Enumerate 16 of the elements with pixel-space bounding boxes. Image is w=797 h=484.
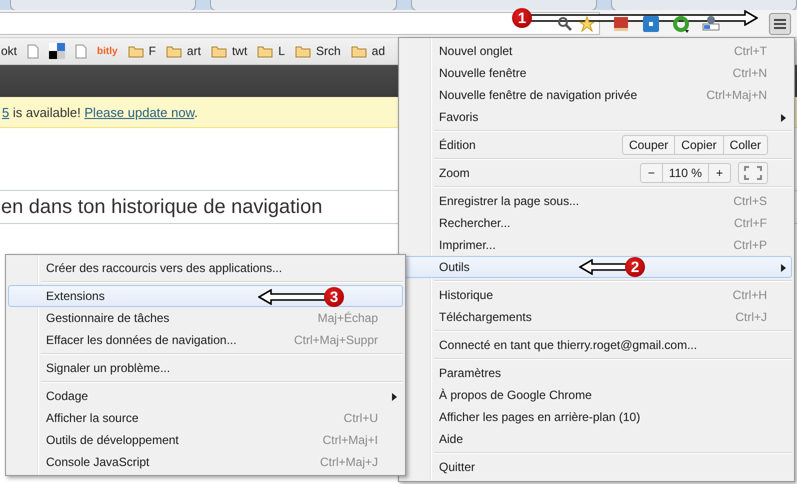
shortcut-label: Ctrl+Maj+N — [706, 88, 767, 102]
shortcut-label: Ctrl+U — [344, 411, 378, 425]
shortcut-label: Ctrl+Maj+J — [320, 455, 378, 469]
shortcut-label: Ctrl+Maj+Suppr — [294, 333, 378, 347]
shortcut-label: Ctrl+N — [732, 66, 767, 80]
shortcut-label: Ctrl+P — [733, 238, 767, 252]
menu-label: Édition — [439, 138, 477, 152]
shortcut-label: Ctrl+H — [732, 288, 767, 302]
zoom-value: 110 % — [662, 163, 709, 183]
menu-label: Zoom — [439, 166, 471, 180]
shortcut-label: Ctrl+S — [733, 194, 767, 208]
shortcut-label: Ctrl+J — [735, 310, 767, 324]
shortcut-label: Ctrl+T — [734, 44, 767, 58]
update-message: 5 is available! Please update now. — [2, 104, 198, 120]
shortcut-label: Ctrl+Maj+I — [322, 433, 378, 447]
shortcut-label: Maj+Échap — [318, 311, 378, 325]
